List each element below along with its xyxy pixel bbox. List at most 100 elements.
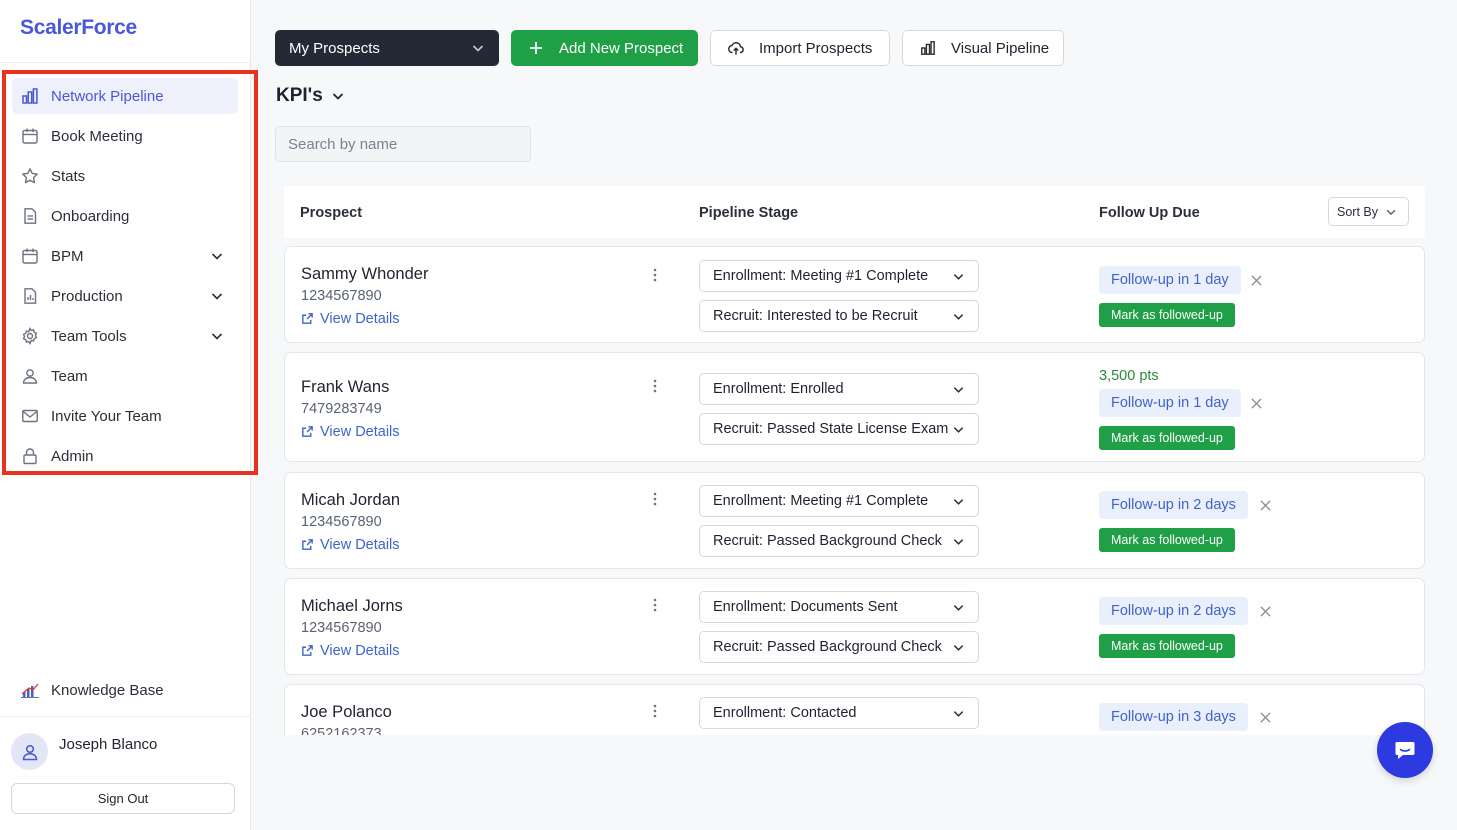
close-icon[interactable]	[1258, 604, 1272, 618]
chat-button[interactable]	[1377, 722, 1433, 778]
sign-out-button[interactable]: Sign Out	[11, 783, 235, 814]
close-icon[interactable]	[1258, 710, 1272, 724]
recruit-stage-select[interactable]: Recruit: Passed Background Check	[699, 525, 979, 557]
recruit-stage-value: Recruit: Passed Background Check	[713, 639, 942, 655]
follow-up-badge: Follow-up in 3 days	[1099, 703, 1248, 731]
view-details-label: View Details	[320, 643, 400, 659]
add-new-prospect-button[interactable]: Add New Prospect	[511, 30, 698, 66]
enrollment-stage-select[interactable]: Enrollment: Documents Sent	[699, 591, 979, 623]
chevron-down-icon	[331, 89, 345, 103]
more-options-icon[interactable]	[649, 266, 661, 284]
prospect-name: Frank Wans	[301, 378, 390, 396]
sort-by-dropdown[interactable]: Sort By	[1328, 197, 1409, 226]
table-row: Michael Jorns 1234567890 View Details En…	[284, 578, 1425, 675]
follow-up-badge: Follow-up in 1 day	[1099, 266, 1241, 294]
plus-icon	[527, 39, 545, 57]
kpi-toggle[interactable]: KPI's	[276, 85, 345, 107]
search-input[interactable]	[275, 126, 531, 162]
prospect-phone: 1234567890	[301, 288, 382, 304]
enrollment-stage-select[interactable]: Enrollment: Meeting #1 Complete	[699, 485, 979, 517]
more-options-icon[interactable]	[649, 490, 661, 508]
more-options-icon[interactable]	[649, 596, 661, 614]
external-link-icon	[301, 538, 315, 552]
chevron-down-icon	[952, 641, 965, 654]
enrollment-stage-value: Enrollment: Documents Sent	[713, 599, 898, 615]
follow-up-badge: Follow-up in 1 day	[1099, 389, 1241, 417]
user-icon	[22, 744, 37, 760]
annotation-highlight-box	[2, 70, 258, 475]
knowledge-base-label: Knowledge Base	[51, 681, 164, 699]
column-header-prospect: Prospect	[300, 205, 363, 221]
chevron-down-icon	[952, 535, 965, 548]
view-details-link[interactable]: View Details	[301, 311, 400, 327]
chevron-down-icon	[952, 495, 965, 508]
chevron-down-icon	[952, 383, 965, 396]
brand-logo[interactable]: ScalerForce	[20, 16, 137, 40]
view-details-label: View Details	[320, 311, 400, 327]
chevron-down-icon	[952, 707, 965, 720]
enrollment-stage-value: Enrollment: Meeting #1 Complete	[713, 493, 929, 509]
column-header-follow-up-due: Follow Up Due	[1099, 205, 1200, 221]
recruit-stage-value: Recruit: Passed Background Check	[713, 533, 942, 549]
chat-bubble-icon	[1395, 742, 1415, 759]
recruit-stage-value: Recruit: Passed State License Exam	[713, 421, 949, 437]
avatar[interactable]	[11, 733, 48, 770]
points-label: 3,500 pts	[1099, 368, 1159, 384]
mark-followed-up-button[interactable]: Mark as followed-up	[1099, 426, 1235, 450]
view-details-link[interactable]: View Details	[301, 643, 400, 659]
kpi-label: KPI's	[276, 85, 323, 106]
prospect-table-body: Sammy Whonder 1234567890 View Details En…	[282, 244, 1428, 735]
divider	[0, 716, 251, 717]
chevron-down-icon	[952, 270, 965, 283]
close-icon[interactable]	[1249, 273, 1263, 287]
import-prospects-label: Import Prospects	[759, 39, 873, 57]
visual-pipeline-button[interactable]: Visual Pipeline	[902, 30, 1064, 66]
close-icon[interactable]	[1249, 396, 1263, 410]
chevron-down-icon	[952, 423, 965, 436]
enrollment-stage-select[interactable]: Enrollment: Enrolled	[699, 373, 979, 405]
prospect-name: Micah Jordan	[301, 491, 401, 509]
view-details-link[interactable]: View Details	[301, 424, 400, 440]
enrollment-stage-select[interactable]: Enrollment: Contacted	[699, 697, 979, 729]
enrollment-stage-value: Enrollment: Meeting #1 Complete	[713, 268, 929, 284]
divider	[0, 62, 251, 63]
bar-chart-icon	[919, 39, 937, 57]
sort-by-label: Sort By	[1337, 204, 1378, 219]
recruit-stage-value: Recruit: Interested to be Recruit	[713, 308, 918, 324]
enrollment-stage-select[interactable]: Enrollment: Meeting #1 Complete	[699, 260, 979, 292]
import-prospects-button[interactable]: Import Prospects	[710, 30, 890, 66]
chevron-down-icon	[952, 310, 965, 323]
view-details-link[interactable]: View Details	[301, 537, 400, 553]
prospect-name: Michael Jorns	[301, 597, 403, 615]
more-options-icon[interactable]	[649, 377, 661, 395]
mark-followed-up-button[interactable]: Mark as followed-up	[1099, 528, 1235, 552]
chevron-down-icon	[1385, 206, 1397, 218]
view-select-dropdown[interactable]: My Prospects	[275, 30, 499, 66]
view-details-label: View Details	[320, 537, 400, 553]
knowledge-base-link[interactable]: Knowledge Base	[20, 680, 164, 700]
prospect-phone: 7479283749	[301, 401, 382, 417]
cloud-upload-icon	[727, 39, 745, 57]
table-header: Prospect Pipeline Stage Follow Up Due So…	[284, 186, 1425, 238]
column-header-pipeline-stage: Pipeline Stage	[699, 205, 799, 221]
view-details-label: View Details	[320, 424, 400, 440]
prospect-name: Joe Polanco	[301, 703, 392, 721]
table-row: Frank Wans 7479283749 View Details Enrol…	[284, 352, 1425, 462]
close-icon[interactable]	[1258, 498, 1272, 512]
table-row: Sammy Whonder 1234567890 View Details En…	[284, 246, 1425, 343]
prospect-name: Sammy Whonder	[301, 265, 429, 283]
external-link-icon	[301, 644, 315, 658]
user-name: Joseph Blanco	[59, 736, 158, 753]
recruit-stage-select[interactable]: Recruit: Passed Background Check	[699, 631, 979, 663]
prospect-phone: 1234567890	[301, 620, 382, 636]
recruit-stage-select[interactable]: Recruit: Interested to be Recruit	[699, 300, 979, 332]
recruit-stage-select[interactable]: Recruit: Passed State License Exam	[699, 413, 979, 445]
prospect-phone: 6252162373	[301, 726, 382, 735]
enrollment-stage-value: Enrollment: Contacted	[713, 705, 857, 721]
follow-up-badge: Follow-up in 2 days	[1099, 491, 1248, 519]
more-options-icon[interactable]	[649, 702, 661, 720]
follow-up-badge: Follow-up in 2 days	[1099, 597, 1248, 625]
mark-followed-up-button[interactable]: Mark as followed-up	[1099, 303, 1235, 327]
mark-followed-up-button[interactable]: Mark as followed-up	[1099, 634, 1235, 658]
visual-pipeline-label: Visual Pipeline	[951, 39, 1050, 57]
